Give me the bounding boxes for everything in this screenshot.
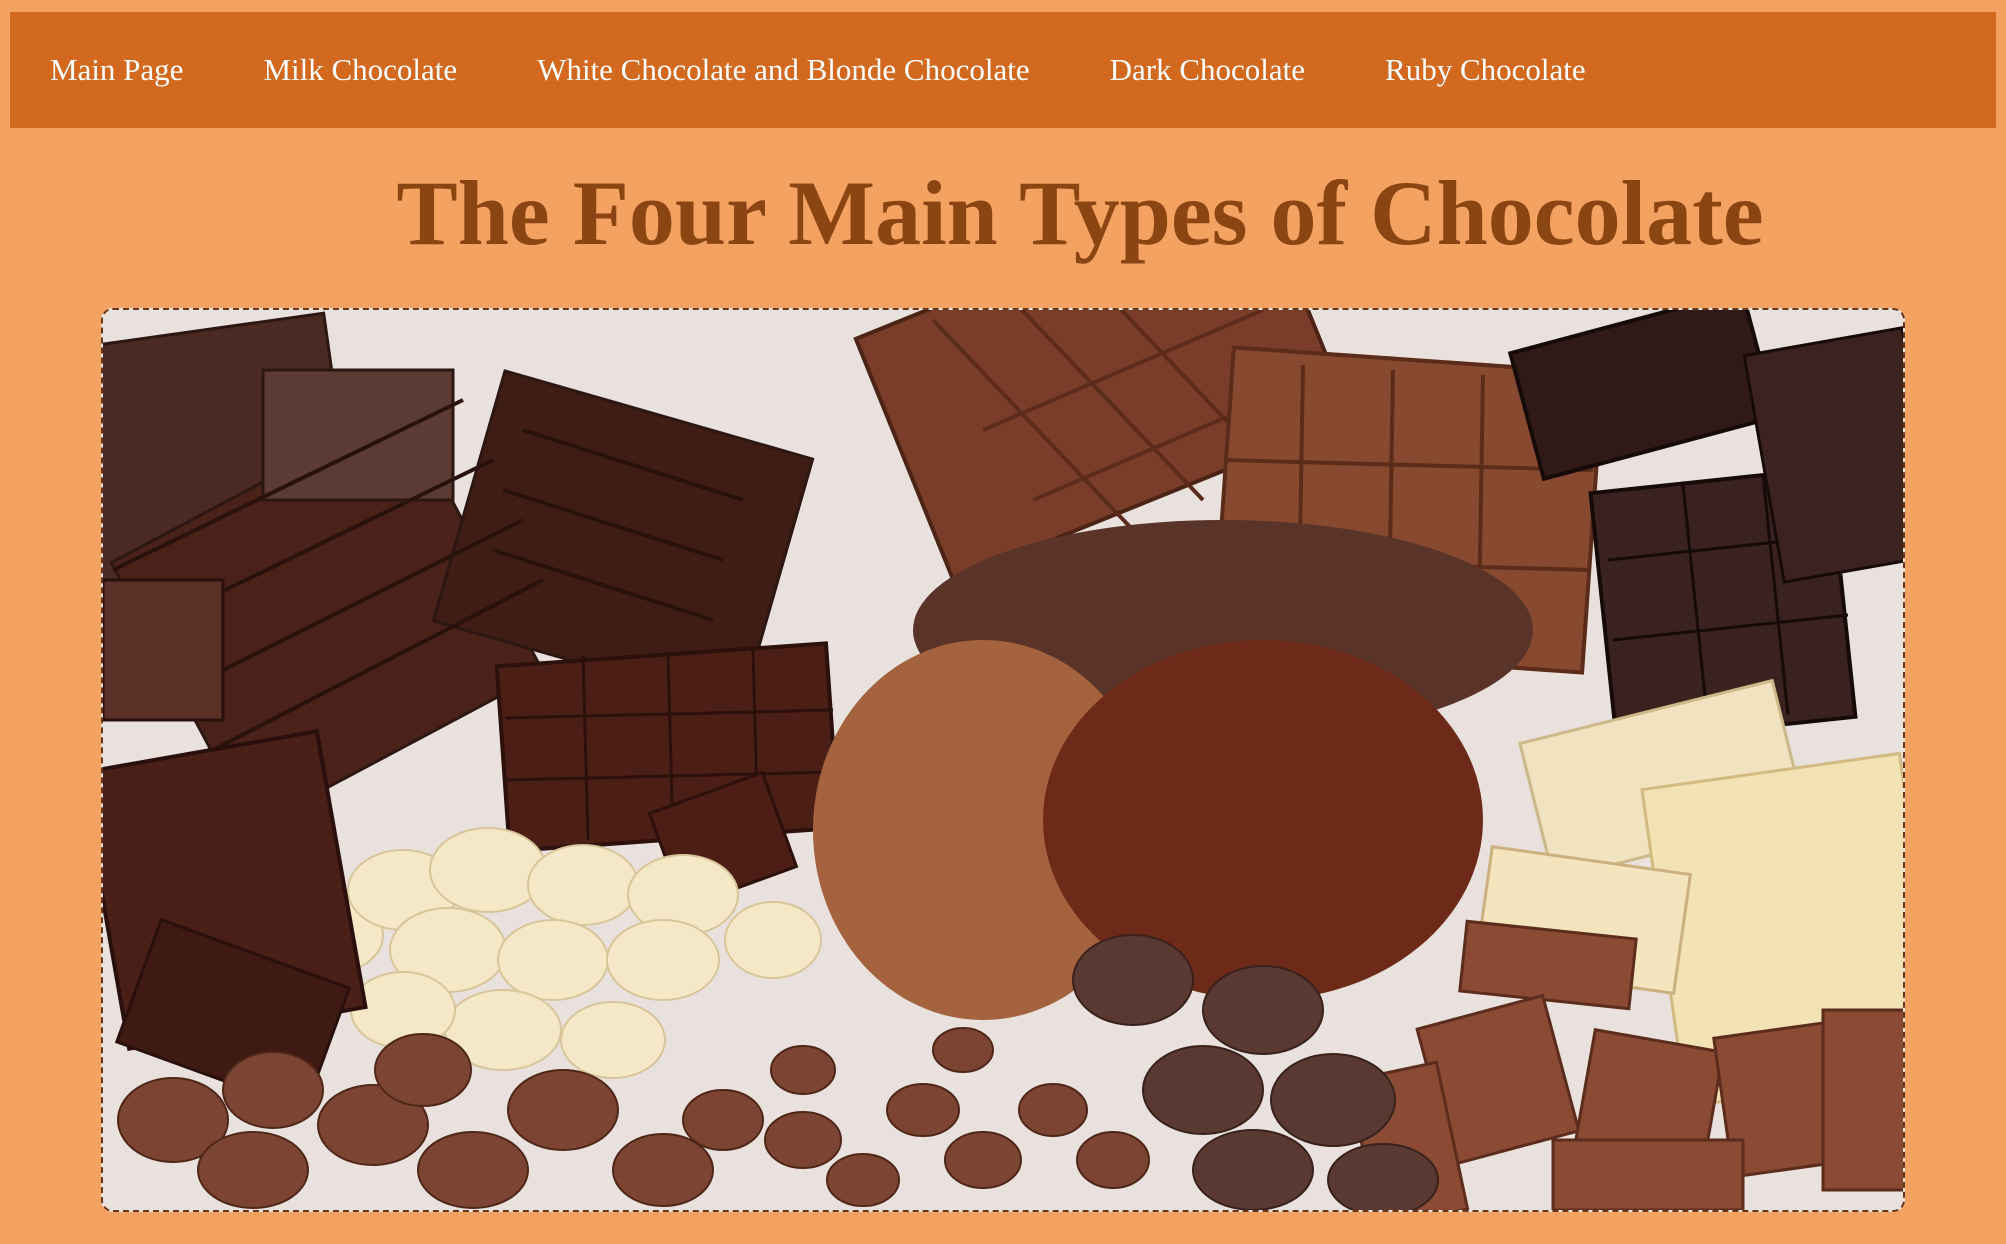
nav-link-white-blonde-chocolate[interactable]: White Chocolate and Blonde Chocolate: [537, 52, 1029, 88]
nav-link-ruby-chocolate[interactable]: Ruby Chocolate: [1385, 52, 1586, 88]
nav-link-dark-chocolate[interactable]: Dark Chocolate: [1110, 52, 1305, 88]
top-navbar: Main Page Milk Chocolate White Chocolate…: [10, 12, 1996, 128]
page-title: The Four Main Types of Chocolate: [396, 162, 1764, 264]
nav-link-milk-chocolate[interactable]: Milk Chocolate: [263, 52, 457, 88]
chocolate-photo: [101, 308, 1905, 1212]
chocolate-illustration: [103, 310, 1903, 1210]
nav-link-main-page[interactable]: Main Page: [50, 52, 183, 88]
